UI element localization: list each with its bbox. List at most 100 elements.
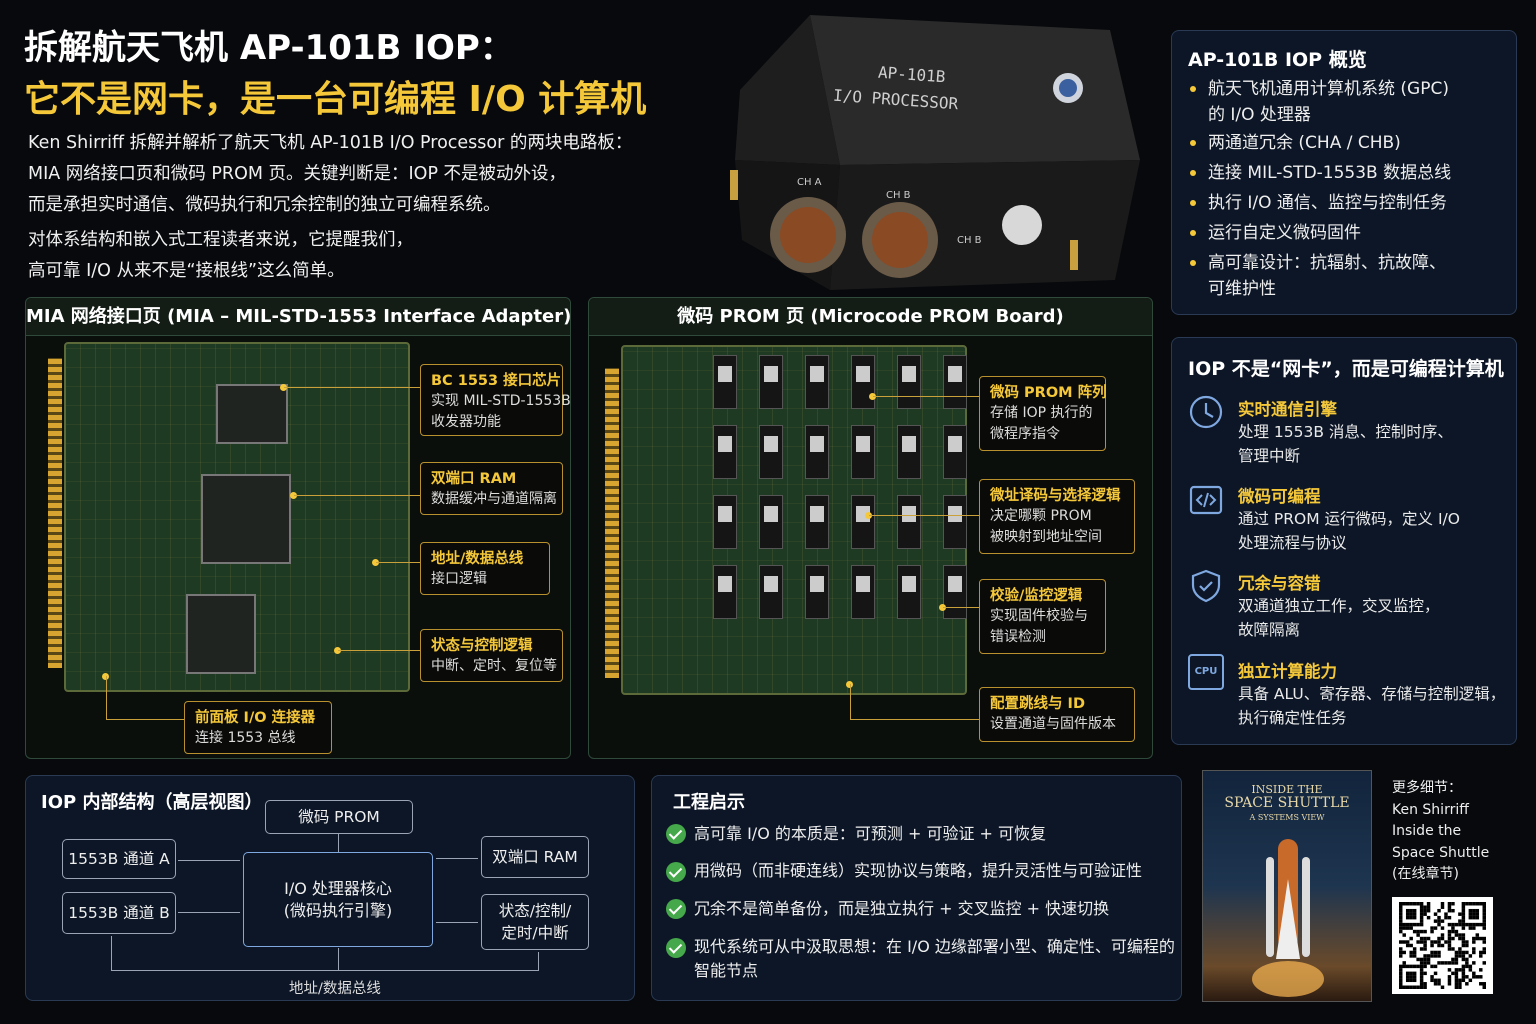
qr-code[interactable] xyxy=(1392,897,1493,994)
prom-chip xyxy=(851,355,875,409)
prom-chip xyxy=(805,355,829,409)
check-icon xyxy=(666,938,686,958)
intro-line: 高可靠 I/O 从来不是“接根线”这么简单。 xyxy=(28,261,345,281)
dual-port-ram-chip xyxy=(201,474,291,564)
callout-check-monitor: 校验/监控逻辑 实现固件校验与 错误检测 xyxy=(979,579,1106,654)
callout-front-connector: 前面板 I/O 连接器 连接 1553 总线 xyxy=(184,701,332,754)
list-item: 执行 I/O 通信、监控与控制任务 xyxy=(1188,191,1447,215)
list-item: 连接 MIL-STD-1553B 数据总线 xyxy=(1188,161,1451,185)
prom-chip xyxy=(943,355,967,409)
feature-title: 冗余与容错 xyxy=(1238,574,1321,593)
mia-circuit-board xyxy=(64,342,410,692)
prom-chip xyxy=(805,565,829,619)
prom-board-panel: 微码 PROM 页 (Microcode PROM Board) 微码 PROM… xyxy=(588,297,1153,759)
arch-bus-label: 地址/数据总线 xyxy=(289,981,381,997)
book-cover: INSIDE THE SPACE SHUTTLE A SYSTEMS VIEW xyxy=(1202,770,1372,1002)
prom-chip xyxy=(943,495,967,549)
feature-desc: 处理流程与协议 xyxy=(1238,534,1347,552)
prom-chip xyxy=(759,495,783,549)
insight-text: 现代系统可从中汲取思想：在 I/O 边缘部署小型、确定性、可编程的 xyxy=(694,937,1175,956)
prom-chip xyxy=(897,495,921,549)
insights-title: 工程启示 xyxy=(673,792,745,813)
code-icon xyxy=(1189,485,1223,515)
list-item: 高可靠设计：抗辐射、抗故障、 可维护性 xyxy=(1188,251,1446,301)
prom-chip xyxy=(851,495,875,549)
check-icon xyxy=(666,899,686,919)
prom-chip xyxy=(943,565,967,619)
page-title: 拆解航天飞机 AP-101B IOP： xyxy=(24,28,514,68)
mia-board-panel: MIA 网络接口页 (MIA – MIL-STD-1553 Interface … xyxy=(25,297,571,759)
prom-chip xyxy=(713,495,737,549)
arch-title: IOP 内部结构（高层视图） xyxy=(41,792,263,813)
list-item: 航天飞机通用计算机系统 (GPC) 的 I/O 处理器 xyxy=(1188,77,1449,127)
bc1553-chip xyxy=(216,384,288,444)
channel-b-label: CH B xyxy=(886,190,911,201)
arch-channel-b-box: 1553B 通道 B xyxy=(62,892,176,934)
arrow xyxy=(436,922,478,923)
feature-title: 微码可编程 xyxy=(1238,487,1321,506)
arrow xyxy=(178,912,240,913)
iop-device-photo: AP-101B I/O PROCESSOR CH A CH B CH B xyxy=(720,10,1150,295)
insights-panel: 工程启示 高可靠 I/O 的本质是：可预测 + 可验证 + 可恢复 用微码（而非… xyxy=(651,775,1182,1001)
arrow xyxy=(178,860,240,861)
prom-chip xyxy=(897,565,921,619)
callout-bc1553: BC 1553 接口芯片 实现 MIL-STD-1553B 收发器功能 xyxy=(420,364,571,436)
book-title: SPACE SHUTTLE xyxy=(1224,795,1350,811)
prom-chip xyxy=(943,425,967,479)
mia-panel-title: MIA 网络接口页 (MIA – MIL-STD-1553 Interface … xyxy=(26,298,571,336)
callout-decode-logic: 微址译码与选择逻辑 决定哪颗 PROM 被映射到地址空间 xyxy=(979,479,1135,554)
check-icon xyxy=(666,824,686,844)
arch-control-box: 状态/控制/定时/中断 xyxy=(481,894,589,950)
feature-desc: 通过 PROM 运行微码，定义 I/O xyxy=(1238,510,1460,528)
callout-dual-port-ram: 双端口 RAM 数据缓冲与通道隔离 xyxy=(420,462,563,515)
arrow xyxy=(338,834,339,852)
list-item: 运行自定义微码固件 xyxy=(1188,221,1361,245)
feature-title: 独立计算能力 xyxy=(1238,662,1337,681)
prom-chip xyxy=(897,355,921,409)
insight-text: 冗余不是简单备份，而是独立执行 + 交叉监控 + 快速切换 xyxy=(694,899,1110,918)
feature-desc: 故障隔离 xyxy=(1238,621,1301,639)
insight-text: 用微码（而非硬连线）实现协议与策略，提升灵活性与可验证性 xyxy=(694,861,1143,880)
intro-line: MIA 网络接口页和微码 PROM 页。关键判断是：IOP 不是被动外设， xyxy=(28,164,567,184)
prom-chip xyxy=(759,425,783,479)
callout-config-jumpers: 配置跳线与 ID 设置通道与固件版本 xyxy=(979,687,1135,742)
overview-title: AP-101B IOP 概览 xyxy=(1188,49,1367,71)
channel-b-side-label: CH B xyxy=(957,235,982,246)
prom-chip xyxy=(713,425,737,479)
arrow xyxy=(436,858,478,859)
arch-ram-box: 双端口 RAM xyxy=(481,836,589,878)
feature-desc: 执行确定性任务 xyxy=(1238,709,1347,727)
page-subtitle: 它不是网卡，是一台可编程 I/O 计算机 xyxy=(24,79,647,120)
book-subtitle: A SYSTEMS VIEW xyxy=(1249,813,1325,822)
callout-status-control: 状态与控制逻辑 中断、定时、复位等 xyxy=(420,629,563,682)
feature-desc: 具备 ALU、寄存器、存储与控制逻辑， xyxy=(1238,685,1506,703)
prom-chip xyxy=(851,565,875,619)
arch-core-box: I/O 处理器核心 (微码执行引擎) xyxy=(243,852,433,947)
shield-icon xyxy=(1191,569,1221,603)
callout-address-data-bus: 地址/数据总线 接口逻辑 xyxy=(420,542,550,595)
prom-chip xyxy=(897,425,921,479)
prom-chip xyxy=(759,355,783,409)
prom-chip xyxy=(713,355,737,409)
edge-connector xyxy=(605,368,619,678)
more-details: 更多细节： Ken Shirriff Inside the Space Shut… xyxy=(1392,780,1490,882)
channel-a-label: CH A xyxy=(797,177,822,188)
shuttle-illustration xyxy=(1252,839,1324,997)
feature-desc: 双通道独立工作，交叉监控， xyxy=(1238,597,1440,615)
prom-chip xyxy=(713,565,737,619)
arch-channel-a-box: 1553B 通道 A xyxy=(62,839,176,879)
control-logic-chip xyxy=(186,594,256,674)
clock-icon xyxy=(1189,395,1223,429)
check-icon xyxy=(666,862,686,882)
insight-text: 智能节点 xyxy=(694,961,759,980)
prom-chip xyxy=(759,565,783,619)
intro-line: Ken Shirriff 拆解并解析了航天飞机 AP-101B I/O Proc… xyxy=(28,133,633,153)
prom-panel-title: 微码 PROM 页 (Microcode PROM Board) xyxy=(589,298,1152,336)
intro-line: 对体系结构和嵌入式工程读者来说，它提醒我们， xyxy=(28,230,413,250)
feature-desc: 管理中断 xyxy=(1238,447,1301,465)
features-title: IOP 不是“网卡”，而是可编程计算机 xyxy=(1188,358,1504,380)
list-item: 两通道冗余 (CHA / CHB) xyxy=(1188,131,1401,155)
feature-desc: 处理 1553B 消息、控制时序、 xyxy=(1238,423,1453,441)
prom-chip xyxy=(805,495,829,549)
callout-prom-array: 微码 PROM 阵列 存储 IOP 执行的 微程序指令 xyxy=(979,376,1107,451)
